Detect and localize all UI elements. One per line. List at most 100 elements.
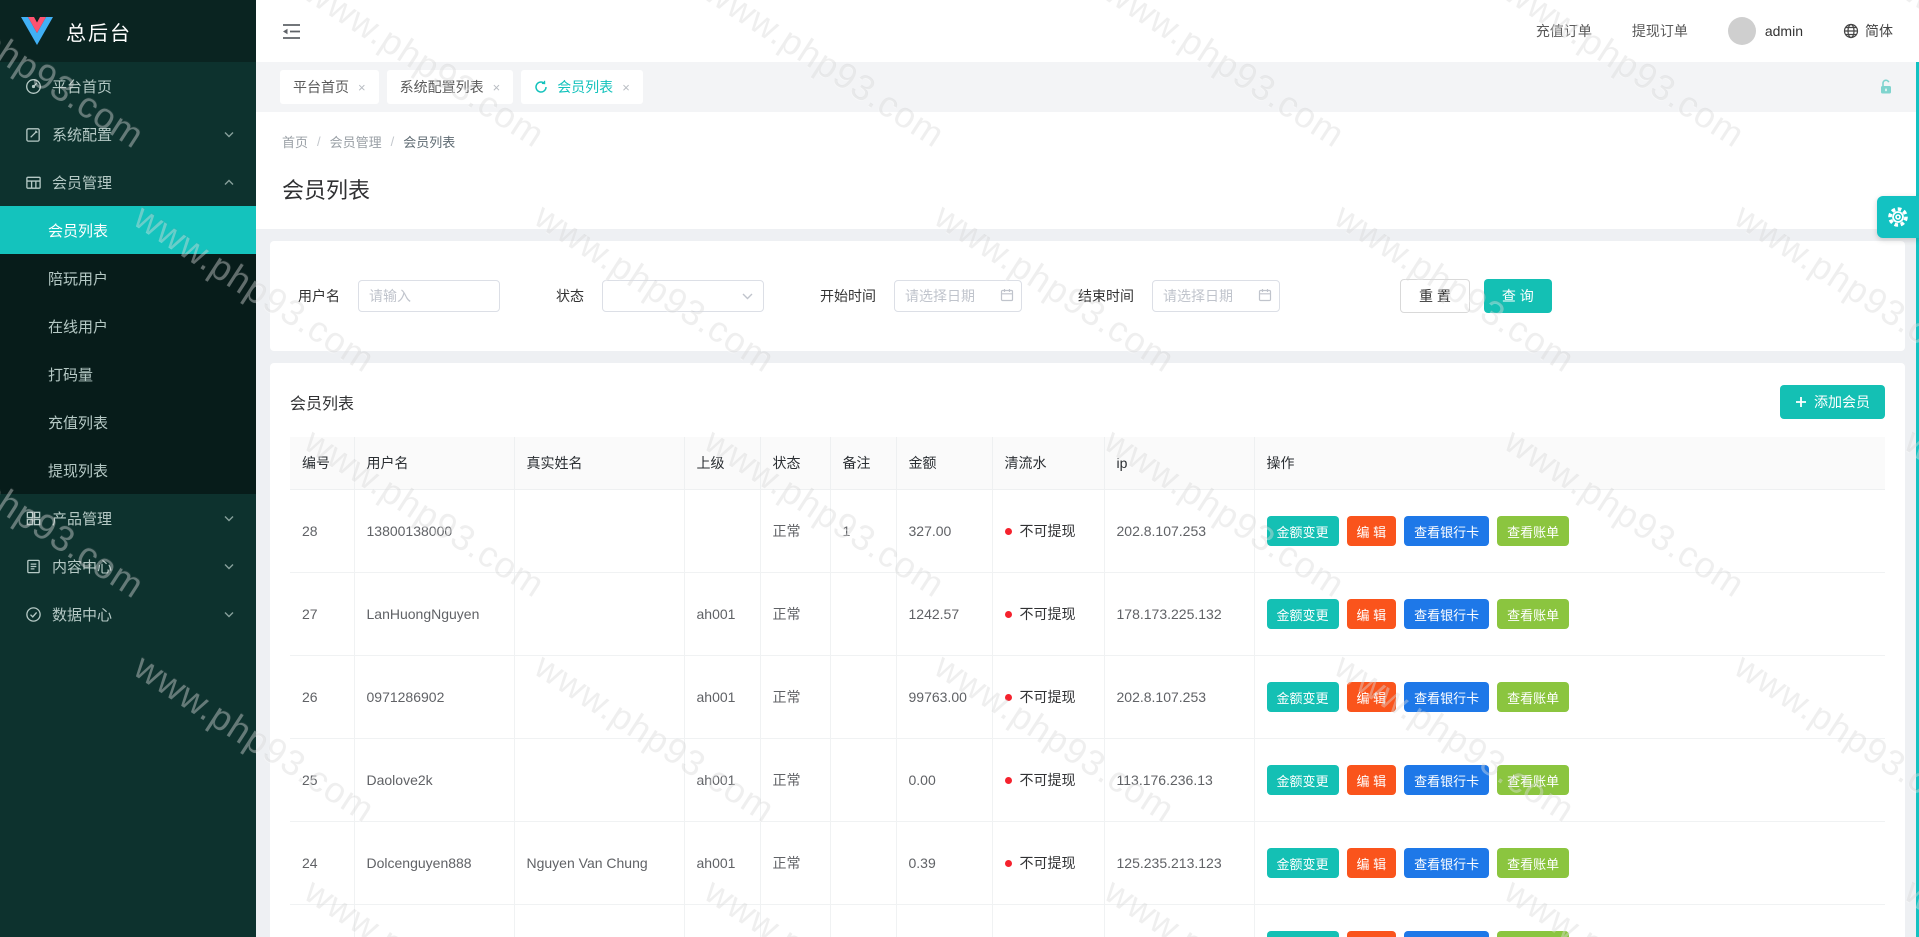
sidebar-item-member-list[interactable]: 会员列表 <box>0 206 256 254</box>
change-amount-button[interactable]: 金额变更 <box>1267 682 1339 712</box>
view-bankcard-button[interactable]: 查看银行卡 <box>1404 931 1489 937</box>
sidebar-item-coding-volume[interactable]: 打码量 <box>0 350 256 398</box>
close-tab-icon[interactable]: × <box>358 80 366 95</box>
reset-button[interactable]: 重 置 <box>1400 279 1470 313</box>
vue-logo-icon <box>20 16 54 46</box>
sidebar-item-system-config[interactable]: 系统配置 <box>0 110 256 158</box>
table-row: 27 LanHuongNguyen ah001 正常 1242.57 不可提现 … <box>290 573 1885 656</box>
view-bill-button[interactable]: 查看账单 <box>1497 765 1569 795</box>
view-bill-button[interactable]: 查看账单 <box>1497 599 1569 629</box>
page-content: 首页 / 会员管理 / 会员列表 会员列表 用户名 状态 <box>256 112 1919 937</box>
table-row: 24 Dolcenguyen888 Nguyen Van Chung ah001… <box>290 822 1885 905</box>
chevron-down-icon <box>742 293 753 300</box>
edit-button[interactable]: 编 辑 <box>1347 931 1397 937</box>
sidebar-item-online-users[interactable]: 在线用户 <box>0 302 256 350</box>
cell-flow: 不可提现 <box>992 822 1104 905</box>
edit-button[interactable]: 编 辑 <box>1347 848 1397 878</box>
unlock-icon[interactable] <box>1877 78 1895 96</box>
sidebar-item-label: 在线用户 <box>48 316 108 337</box>
language-switcher[interactable]: 简体 <box>1843 21 1893 41</box>
recharge-orders-link[interactable]: 充值订单 <box>1536 21 1592 41</box>
flow-status-label: 不可提现 <box>1020 606 1076 622</box>
sidebar-item-data-center[interactable]: 数据中心 <box>0 590 256 638</box>
end-date-input[interactable] <box>1152 280 1280 312</box>
close-tab-icon[interactable]: × <box>622 80 630 95</box>
sidebar-item-member-management[interactable]: 会员管理 <box>0 158 256 206</box>
cell-remark <box>830 573 896 656</box>
view-bankcard-button[interactable]: 查看银行卡 <box>1404 765 1489 795</box>
cell-status: 正常 <box>760 656 830 739</box>
row-actions: 金额变更 编 辑 查看银行卡 查看账单 <box>1267 848 1874 878</box>
cell-actions: 金额变更 编 辑 查看银行卡 查看账单 <box>1254 656 1885 739</box>
app-logo[interactable]: 总后台 <box>0 0 256 62</box>
flow-status-label: 不可提现 <box>1020 772 1076 788</box>
edit-button[interactable]: 编 辑 <box>1347 765 1397 795</box>
collapse-sidebar-icon[interactable] <box>282 23 301 40</box>
column-header: 真实姓名 <box>514 437 684 490</box>
sidebar-item-content-center[interactable]: 内容中心 <box>0 542 256 590</box>
breadcrumb-home[interactable]: 首页 <box>282 132 308 151</box>
search-button[interactable]: 查 询 <box>1484 279 1552 313</box>
change-amount-button[interactable]: 金额变更 <box>1267 765 1339 795</box>
add-member-button[interactable]: 添加会员 <box>1780 385 1885 419</box>
dashboard-icon <box>25 78 42 95</box>
refresh-icon[interactable] <box>534 80 548 94</box>
settings-gear-button[interactable] <box>1877 196 1919 238</box>
view-bankcard-button[interactable]: 查看银行卡 <box>1404 516 1489 546</box>
withdraw-orders-link[interactable]: 提现订单 <box>1632 21 1688 41</box>
cell-status: 正常 <box>760 905 830 937</box>
cell-status: 正常 <box>760 739 830 822</box>
view-bill-button[interactable]: 查看账单 <box>1497 682 1569 712</box>
change-amount-button[interactable]: 金额变更 <box>1267 931 1339 937</box>
view-bankcard-button[interactable]: 查看银行卡 <box>1404 682 1489 712</box>
start-time-label: 开始时间 <box>820 286 876 306</box>
end-time-label: 结束时间 <box>1078 286 1134 306</box>
sidebar-item-label: 会员管理 <box>52 172 112 193</box>
tab-bar: 平台首页 × 系统配置列表 × 会员列表 × <box>256 62 1919 112</box>
filter-username-group: 用户名 <box>298 280 500 312</box>
cell-remark <box>830 656 896 739</box>
cell-ip: 113.176.236.13 <box>1104 739 1254 822</box>
cell-id: 26 <box>290 656 354 739</box>
cell-id: 28 <box>290 490 354 573</box>
page-title: 会员列表 <box>282 173 1893 205</box>
member-table: 编号用户名真实姓名上级状态备注金额清流水ip操作 28 13800138000 … <box>290 437 1885 937</box>
tab-platform-home[interactable]: 平台首页 × <box>280 70 379 104</box>
view-bill-button[interactable]: 查看账单 <box>1497 931 1569 937</box>
start-date-input[interactable] <box>894 280 1022 312</box>
user-menu[interactable]: admin <box>1728 17 1803 45</box>
view-bankcard-button[interactable]: 查看银行卡 <box>1404 599 1489 629</box>
change-amount-button[interactable]: 金额变更 <box>1267 848 1339 878</box>
column-header: 金额 <box>896 437 992 490</box>
sidebar-item-platform-home[interactable]: 平台首页 <box>0 62 256 110</box>
breadcrumb-member-management[interactable]: 会员管理 <box>330 132 382 151</box>
view-bill-button[interactable]: 查看账单 <box>1497 848 1569 878</box>
edit-button[interactable]: 编 辑 <box>1347 682 1397 712</box>
username-input[interactable] <box>358 280 500 312</box>
sidebar-item-product-management[interactable]: 产品管理 <box>0 494 256 542</box>
sidebar-item-label: 提现列表 <box>48 460 108 481</box>
status-filter-label: 状态 <box>556 286 584 306</box>
status-select[interactable] <box>602 280 764 312</box>
column-header: 编号 <box>290 437 354 490</box>
edit-button[interactable]: 编 辑 <box>1347 599 1397 629</box>
column-header: 操作 <box>1254 437 1885 490</box>
sidebar-item-label: 充值列表 <box>48 412 108 433</box>
close-tab-icon[interactable]: × <box>493 80 501 95</box>
sidebar-item-recharge-list[interactable]: 充值列表 <box>0 398 256 446</box>
change-amount-button[interactable]: 金额变更 <box>1267 599 1339 629</box>
cell-actions: 金额变更 编 辑 查看银行卡 查看账单 <box>1254 822 1885 905</box>
filter-panel: 用户名 状态 开始时间 <box>270 241 1905 351</box>
edit-button[interactable]: 编 辑 <box>1347 516 1397 546</box>
tab-label: 系统配置列表 <box>400 77 484 97</box>
view-bill-button[interactable]: 查看账单 <box>1497 516 1569 546</box>
member-management-submenu: 会员列表 陪玩用户 在线用户 打码量 充值列表 提现列表 <box>0 206 256 494</box>
cell-realname <box>514 490 684 573</box>
tab-system-config-list[interactable]: 系统配置列表 × <box>387 70 514 104</box>
sidebar-item-withdraw-list[interactable]: 提现列表 <box>0 446 256 494</box>
tab-member-list[interactable]: 会员列表 × <box>521 70 643 104</box>
change-amount-button[interactable]: 金额变更 <box>1267 516 1339 546</box>
view-bankcard-button[interactable]: 查看银行卡 <box>1404 848 1489 878</box>
table-row: 25 Daolove2k ah001 正常 0.00 不可提现 113.176.… <box>290 739 1885 822</box>
sidebar-item-companion-users[interactable]: 陪玩用户 <box>0 254 256 302</box>
